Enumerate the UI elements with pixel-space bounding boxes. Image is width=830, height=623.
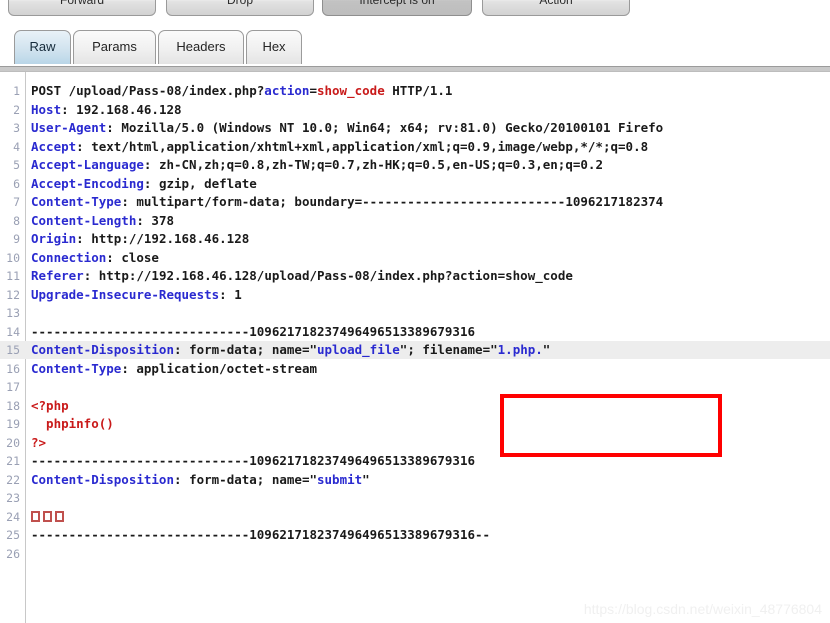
request-line-text: Content-Type: application/octet-stream <box>31 360 317 376</box>
request-line-text: -----------------------------10962171823… <box>31 527 491 542</box>
forward-button[interactable]: Forward <box>8 0 156 16</box>
line-number: 13 <box>6 306 20 320</box>
line-number: 8 <box>13 213 20 228</box>
line-number: 22 <box>6 472 20 487</box>
tab-raw[interactable]: Raw <box>14 30 71 64</box>
request-line-text: Content-Type: multipart/form-data; bound… <box>31 194 664 209</box>
request-line: 8 Content-Length: 378 <box>0 212 830 230</box>
request-line-text: Upgrade-Insecure-Requests: 1 <box>31 286 242 302</box>
request-line: 9 Origin: http://192.168.46.128 <box>0 230 830 248</box>
line-number: 9 <box>13 232 20 246</box>
request-line-text: Accept-Encoding: gzip, deflate <box>31 175 257 191</box>
request-line: 15 Content-Disposition: form-data; name="… <box>0 341 830 359</box>
request-line: 24 <box>0 508 830 526</box>
watermark-text: https://blog.csdn.net/weixin_48776804 <box>583 601 822 617</box>
request-line-text: POST /upload/Pass-08/index.php?action=sh… <box>31 83 453 98</box>
request-line-text: Accept-Language: zh-CN,zh;q=0.8,zh-TW;q=… <box>31 157 603 172</box>
line-number: 17 <box>6 380 20 394</box>
line-number: 14 <box>6 324 20 339</box>
line-number: 19 <box>6 417 20 431</box>
request-line: 12 Upgrade-Insecure-Requests: 1 <box>0 286 830 304</box>
drop-button[interactable]: Drop <box>166 0 314 16</box>
request-line: 23 <box>0 489 830 507</box>
line-number: 5 <box>13 158 20 172</box>
request-line: 6 Accept-Encoding: gzip, deflate <box>0 175 830 193</box>
request-line-text: -----------------------------10962171823… <box>31 453 476 468</box>
request-line: 22 Content-Disposition: form-data; name="… <box>0 471 830 489</box>
message-view-tabs: Raw Params Headers Hex <box>0 26 830 68</box>
request-line-text: Content-Disposition: form-data; name="su… <box>31 471 370 487</box>
line-number: 4 <box>13 139 20 154</box>
request-line-text: <?php <box>31 397 69 413</box>
request-line-text: phpinfo() <box>31 416 114 431</box>
request-line-text: Content-Disposition: form-data; name="up… <box>31 342 551 357</box>
request-line: 3 User-Agent: Mozilla/5.0 (Windows NT 10.… <box>0 119 830 137</box>
line-number: 26 <box>6 546 20 561</box>
request-line: 2 Host: 192.168.46.128 <box>0 101 830 119</box>
line-number: 16 <box>6 361 20 376</box>
line-number: 1 <box>13 84 20 98</box>
request-line-text: Host: 192.168.46.128 <box>31 101 182 117</box>
request-line-text <box>31 508 67 526</box>
request-line: 17 <box>0 378 830 396</box>
line-number: 18 <box>6 398 20 413</box>
request-line: 13 <box>0 304 830 322</box>
line-number: 21 <box>6 454 20 468</box>
request-line: 11 Referer: http://192.168.46.128/upload/… <box>0 267 830 285</box>
request-line: 18 <?php <box>0 397 830 415</box>
request-line-text: ?> <box>31 434 47 450</box>
action-button[interactable]: Action <box>482 0 630 16</box>
burp-intercept-toolbar: Forward Drop Intercept is on Action <box>0 0 830 22</box>
request-line-text: Content-Length: 378 <box>31 212 174 228</box>
request-line: 20 ?> <box>0 434 830 452</box>
request-line: 7 Content-Type: multipart/form-data; boun… <box>0 193 830 211</box>
request-line-text: -----------------------------10962171823… <box>31 323 476 339</box>
tab-hex[interactable]: Hex <box>246 30 302 64</box>
request-line: 26 <box>0 545 830 563</box>
request-line: 1 POST /upload/Pass-08/index.php?action=s… <box>0 82 830 100</box>
line-number: 6 <box>13 176 20 191</box>
request-line: 21 -----------------------------109621718… <box>0 452 830 470</box>
raw-request-editor[interactable]: 1 POST /upload/Pass-08/index.php?action=s… <box>0 72 830 623</box>
tab-headers[interactable]: Headers <box>158 30 244 64</box>
request-line: 5 Accept-Language: zh-CN,zh;q=0.8,zh-TW;q… <box>0 156 830 174</box>
line-number: 11 <box>6 269 20 283</box>
line-number: 20 <box>6 435 20 450</box>
request-line: 4 Accept: text/html,application/xhtml+xml… <box>0 138 830 156</box>
request-line: 19 phpinfo() <box>0 415 830 433</box>
line-number: 15 <box>6 343 20 357</box>
request-line: 10 Connection: close <box>0 249 830 267</box>
request-line: 16 Content-Type: application/octet-stream <box>0 360 830 378</box>
line-number: 23 <box>6 491 20 505</box>
line-number: 3 <box>13 121 20 135</box>
intercept-toggle-button[interactable]: Intercept is on <box>322 0 472 16</box>
request-line-text: User-Agent: Mozilla/5.0 (Windows NT 10.0… <box>31 120 664 135</box>
request-line-text: Connection: close <box>31 249 159 265</box>
line-number: 10 <box>6 250 20 265</box>
line-number: 2 <box>13 102 20 117</box>
line-number: 7 <box>13 195 20 209</box>
request-line-text: Accept: text/html,application/xhtml+xml,… <box>31 138 649 154</box>
line-number: 25 <box>6 528 20 542</box>
request-line-text: Origin: http://192.168.46.128 <box>31 231 250 246</box>
line-number: 12 <box>6 287 20 302</box>
tab-params[interactable]: Params <box>73 30 156 64</box>
line-number: 24 <box>6 509 20 524</box>
request-line: 25 -----------------------------109621718… <box>0 526 830 544</box>
request-line-text: Referer: http://192.168.46.128/upload/Pa… <box>31 268 573 283</box>
request-line: 14 -----------------------------109621718… <box>0 323 830 341</box>
